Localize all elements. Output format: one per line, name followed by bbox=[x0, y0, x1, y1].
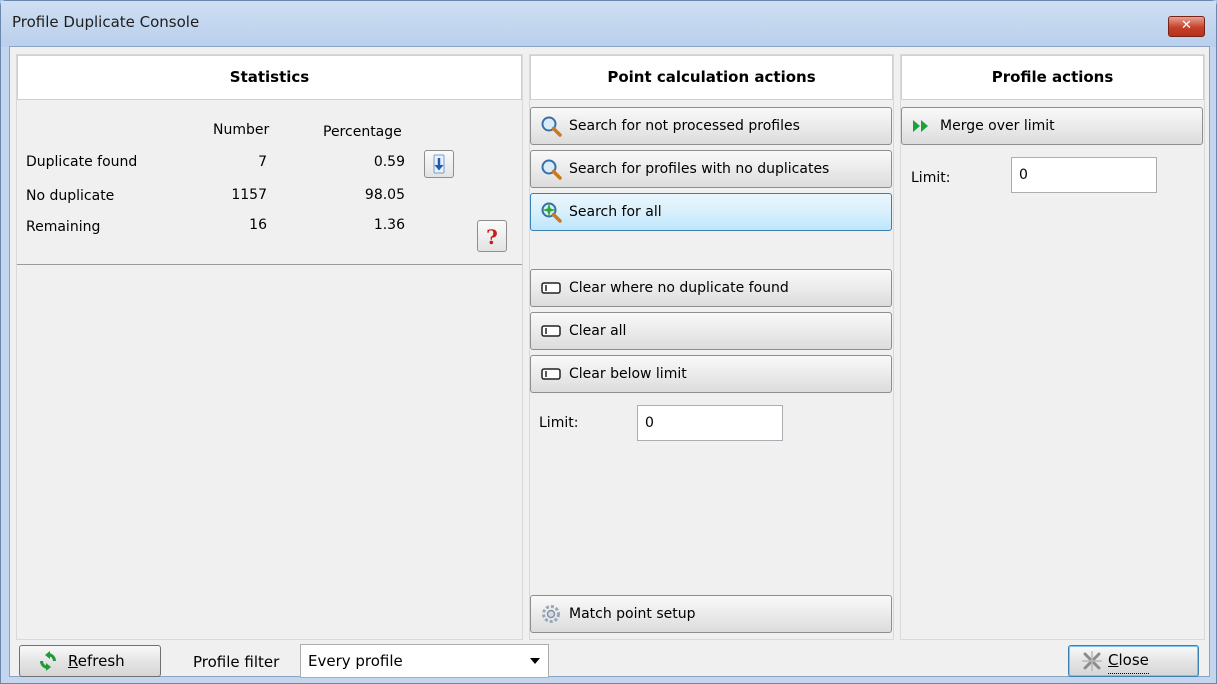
statistics-panel: Statistics Number Percentage Duplicate f… bbox=[16, 54, 523, 640]
search-no-duplicates-button[interactable]: Search for profiles with no duplicates bbox=[530, 150, 892, 188]
row-label-no-duplicate: No duplicate bbox=[26, 188, 115, 204]
close-label: Close bbox=[1108, 647, 1149, 674]
profile-limit-input[interactable]: 0 bbox=[1011, 157, 1157, 193]
help-icon: ? bbox=[486, 225, 498, 249]
remaining-number: 16 bbox=[249, 217, 267, 233]
row-label-duplicate-found: Duplicate found bbox=[26, 154, 138, 170]
no-duplicate-number: 1157 bbox=[231, 187, 267, 203]
svg-text:?: ? bbox=[486, 225, 498, 249]
search-not-processed-label: Search for not processed profiles bbox=[569, 118, 800, 134]
refresh-button[interactable]: Refresh bbox=[19, 645, 161, 677]
close-mnemonic: C bbox=[1108, 651, 1119, 669]
help-button[interactable]: ? bbox=[477, 220, 507, 252]
row-label-remaining: Remaining bbox=[26, 219, 101, 235]
arrow-down-icon bbox=[433, 154, 445, 174]
magnifier-star-icon bbox=[541, 202, 562, 223]
statistics-header: Statistics bbox=[17, 55, 522, 100]
match-point-setup-button[interactable]: Match point setup bbox=[530, 595, 892, 633]
duplicate-found-percentage: 0.59 bbox=[373, 154, 405, 170]
merge-over-limit-button[interactable]: Merge over limit bbox=[901, 107, 1203, 145]
no-duplicate-percentage: 98.05 bbox=[364, 187, 405, 203]
point-limit-input[interactable]: 0 bbox=[637, 405, 783, 441]
close-label-rest: lose bbox=[1118, 651, 1149, 669]
column-header-percentage: Percentage bbox=[323, 124, 402, 140]
match-point-setup-label: Match point setup bbox=[569, 606, 696, 622]
search-all-button[interactable]: Search for all bbox=[530, 193, 892, 231]
refresh-icon bbox=[40, 651, 56, 671]
magnifier-icon bbox=[541, 116, 562, 137]
profile-filter-select[interactable]: Every profile bbox=[300, 644, 549, 678]
clear-below-limit-button[interactable]: Clear below limit bbox=[530, 355, 892, 393]
refresh-label: Refresh bbox=[68, 646, 125, 676]
chevron-down-icon bbox=[530, 658, 540, 664]
eraser-icon bbox=[541, 282, 561, 294]
clear-no-duplicate-button[interactable]: Clear where no duplicate found bbox=[530, 269, 892, 307]
clear-below-limit-label: Clear below limit bbox=[569, 366, 687, 382]
column-header-number: Number bbox=[213, 122, 270, 138]
search-no-duplicates-label: Search for profiles with no duplicates bbox=[569, 161, 830, 177]
point-calculation-panel: Point calculation actions Search for not… bbox=[529, 54, 894, 640]
magnifier-icon bbox=[541, 159, 562, 180]
profile-filter-label: Profile filter bbox=[193, 653, 280, 671]
statistics-divider bbox=[17, 264, 522, 265]
refresh-mnemonic: R bbox=[68, 652, 78, 670]
close-button[interactable]: Close bbox=[1068, 645, 1199, 677]
window-title: Profile Duplicate Console bbox=[12, 13, 200, 31]
refresh-label-rest: efresh bbox=[77, 652, 125, 670]
eraser-icon bbox=[541, 368, 561, 380]
close-x-icon bbox=[1082, 651, 1102, 671]
profile-limit-label: Limit: bbox=[911, 170, 951, 186]
point-calculation-header: Point calculation actions bbox=[530, 55, 893, 100]
merge-over-limit-label: Merge over limit bbox=[940, 118, 1055, 134]
export-down-button[interactable] bbox=[424, 150, 454, 178]
gear-icon bbox=[542, 605, 560, 623]
eraser-icon bbox=[541, 325, 561, 337]
profile-actions-header: Profile actions bbox=[901, 55, 1204, 100]
double-arrow-right-icon bbox=[913, 120, 928, 132]
clear-no-duplicate-label: Clear where no duplicate found bbox=[569, 280, 789, 296]
dialog-window: Profile Duplicate Console ✕ Statistics N… bbox=[0, 0, 1217, 684]
profile-actions-panel: Profile actions Merge over limit Limit: … bbox=[900, 54, 1205, 640]
remaining-percentage: 1.36 bbox=[373, 217, 405, 233]
search-not-processed-button[interactable]: Search for not processed profiles bbox=[530, 107, 892, 145]
dialog-client-area: Statistics Number Percentage Duplicate f… bbox=[9, 46, 1210, 678]
search-all-label: Search for all bbox=[569, 204, 662, 220]
point-limit-label: Limit: bbox=[539, 415, 579, 431]
duplicate-found-number: 7 bbox=[258, 154, 267, 170]
clear-all-button[interactable]: Clear all bbox=[530, 312, 892, 350]
clear-all-label: Clear all bbox=[569, 323, 627, 339]
profile-filter-value: Every profile bbox=[308, 652, 403, 670]
title-bar[interactable]: Profile Duplicate Console ✕ bbox=[1, 1, 1216, 47]
window-close-button[interactable]: ✕ bbox=[1168, 16, 1205, 37]
